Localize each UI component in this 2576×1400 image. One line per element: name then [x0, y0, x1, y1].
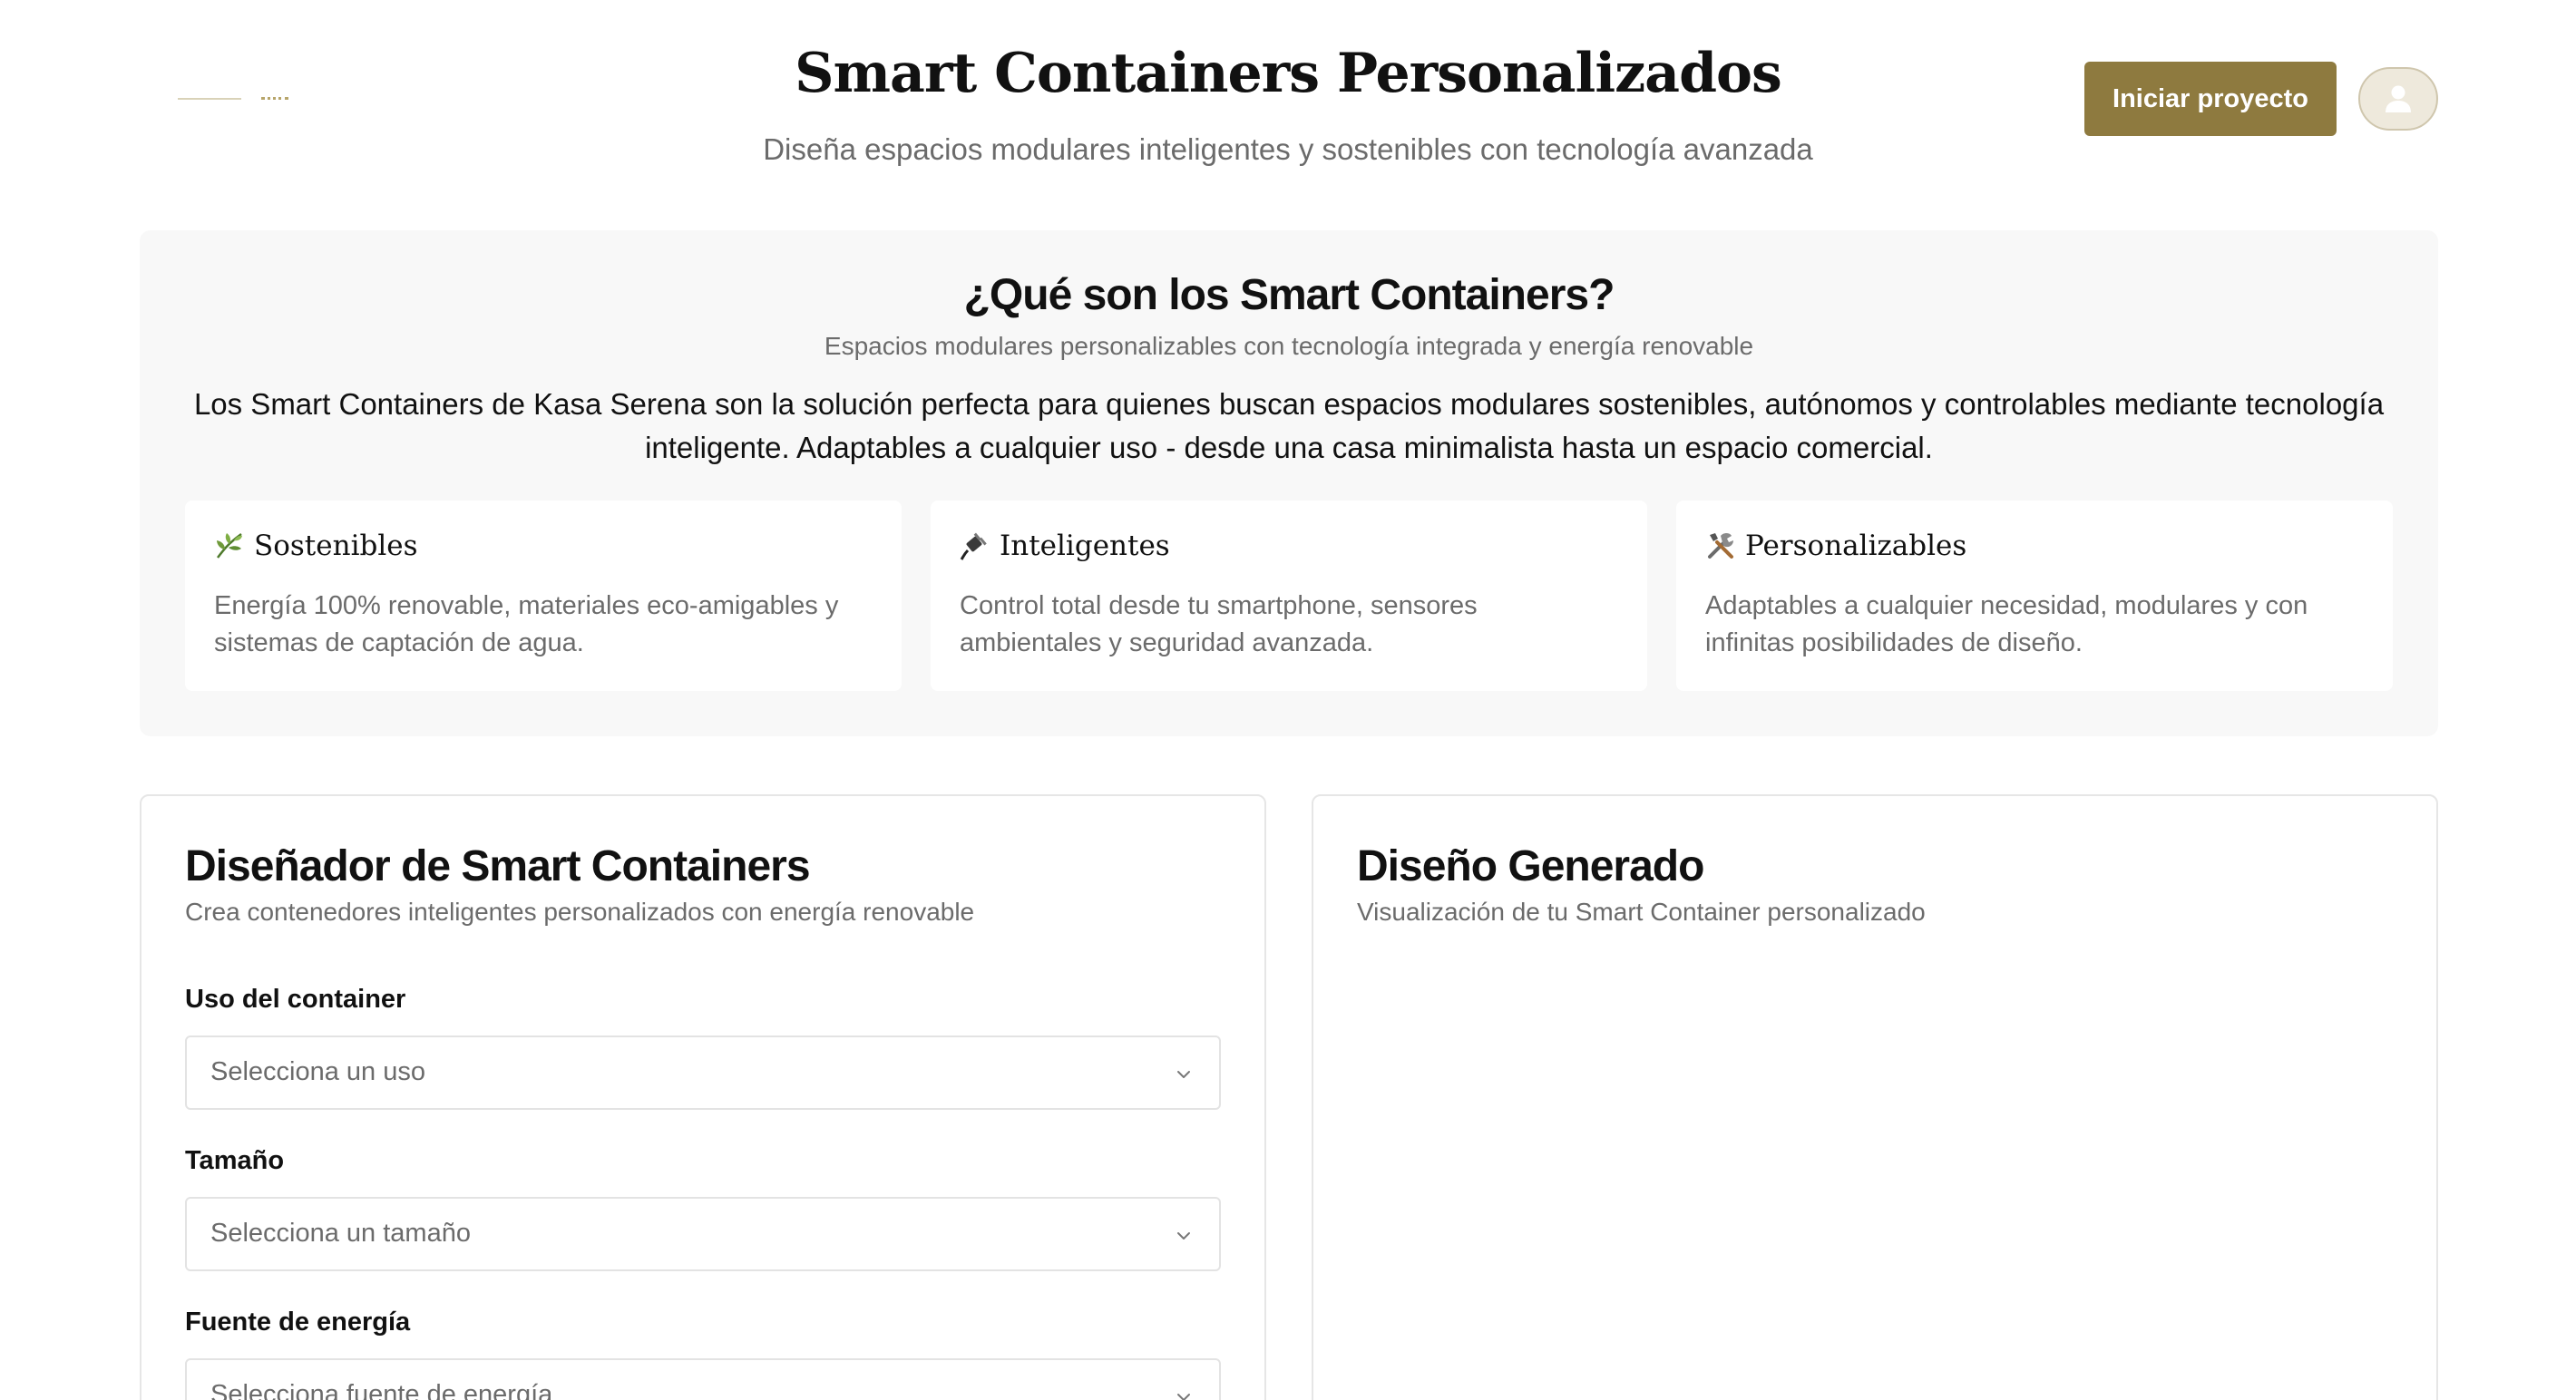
usage-label: Uso del container: [185, 985, 406, 1014]
size-label: Tamaño: [185, 1146, 285, 1175]
designer-title: Diseñador de Smart Containers: [185, 842, 811, 890]
plug-icon: [960, 532, 987, 560]
generated-title: Diseño Generado: [1357, 842, 1704, 890]
chevron-down-icon: [1177, 1071, 1190, 1078]
tools-icon: [1708, 533, 1733, 559]
design-preview-area: [1357, 959, 2393, 1400]
energy-select-placeholder: Selecciona fuente de energía: [210, 1380, 553, 1400]
intro-section: ¿Qué son los Smart Containers? Espacios …: [140, 230, 2438, 736]
feature-text: Control total desde tu smartphone, senso…: [960, 591, 1478, 657]
generated-design-panel: Diseño Generado Visualización de tu Smar…: [1312, 794, 2438, 1400]
user-icon: [2386, 85, 2411, 112]
feature-card-personalizables: Personalizables Adaptables a cualquier n…: [1676, 501, 2393, 691]
start-project-button[interactable]: Iniciar proyecto: [2084, 62, 2337, 136]
feature-title: Personalizables: [1705, 530, 1966, 562]
chevron-down-icon: [1177, 1232, 1190, 1240]
size-select[interactable]: Selecciona un tamaño: [185, 1197, 1221, 1271]
designer-subtitle: Crea contenedores inteligentes personali…: [185, 898, 975, 926]
intro-description: Los Smart Containers de Kasa Serena son …: [193, 387, 2385, 464]
user-avatar-button[interactable]: [2358, 67, 2438, 131]
feature-text: Energía 100% renovable, materiales eco-a…: [214, 591, 839, 657]
page-subtitle: Diseña espacios modulares inteligentes y…: [763, 132, 1813, 166]
feature-card-sostenibles: Sostenibles Energía 100% renovable, mate…: [185, 501, 902, 691]
size-select-placeholder: Selecciona un tamaño: [210, 1219, 471, 1248]
feature-title: Sostenibles: [214, 530, 418, 562]
intro-subtitle: Espacios modulares personalizables con t…: [824, 332, 1754, 360]
chevron-down-icon: [1177, 1394, 1190, 1400]
intro-title: ¿Qué son los Smart Containers?: [963, 271, 1615, 319]
generated-subtitle: Visualización de tu Smart Container pers…: [1357, 898, 1926, 926]
designer-panel: Diseñador de Smart Containers Crea conte…: [140, 794, 1266, 1400]
feature-card-inteligentes: Inteligentes Control total desde tu smar…: [931, 501, 1647, 691]
usage-select[interactable]: Selecciona un uso: [185, 1035, 1221, 1110]
feature-title: Inteligentes: [960, 530, 1170, 562]
feature-text: Adaptables a cualquier necesidad, modula…: [1705, 591, 2308, 657]
energy-select[interactable]: Selecciona fuente de energía: [185, 1358, 1221, 1400]
herb-icon: [217, 532, 242, 559]
usage-select-placeholder: Selecciona un uso: [210, 1057, 425, 1086]
energy-label: Fuente de energía: [185, 1308, 411, 1337]
